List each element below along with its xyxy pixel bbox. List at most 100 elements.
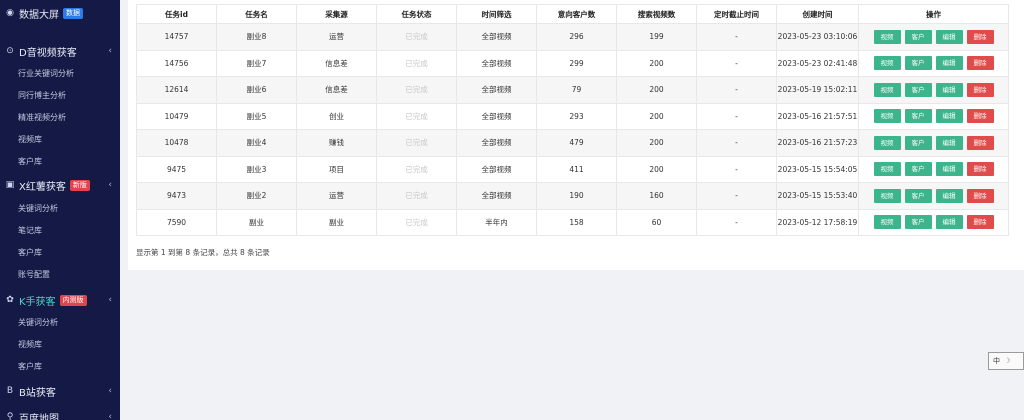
sidebar-item-15[interactable]: 客户库 — [0, 357, 120, 375]
table-cell: 全部视频 — [456, 49, 537, 77]
table-cell: 14756 — [136, 49, 217, 77]
sidebar-group-12[interactable]: ✿ K手获客 内测版 ‹ — [0, 289, 120, 311]
table-cell: - — [696, 129, 777, 157]
table-row: 9473 副业2 运营 已完成 全部视频 190 160-2023-05-15 15:53:… — [136, 182, 1009, 210]
sidebar-item-8[interactable]: 关键词分析 — [0, 199, 120, 217]
video-button[interactable]: 视频 — [873, 135, 901, 150]
table-cell: 7590 — [136, 208, 217, 236]
table-cell: 已完成 — [376, 155, 457, 183]
customer-button[interactable]: 客户 — [904, 188, 932, 203]
sidebar-group-17[interactable]: ⚲ 百度地图 ‹ — [0, 406, 120, 420]
sidebar-item-10[interactable]: 客户库 — [0, 243, 120, 261]
row-actions: 视频 客户 编辑 删除 — [858, 23, 1009, 51]
table-row: 9475 副业3 项目 已完成 全部视频 411 200-2023-05-15 15:54:… — [136, 155, 1009, 183]
table-cell: 创业 — [296, 102, 377, 130]
video-button[interactable]: 视频 — [873, 215, 901, 230]
table-cell: 副业 — [216, 208, 297, 236]
dashboard-icon: ◉ — [6, 8, 14, 18]
customer-button[interactable]: 客户 — [904, 82, 932, 97]
table-row: 14757 副业8 运营 已完成 全部视频 296 199-2023-05-23 03:10… — [136, 23, 1009, 51]
table-cell: 2023-05-12 17:58:19 — [776, 208, 859, 236]
column-header: 任务id — [136, 4, 217, 24]
delete-button[interactable]: 删除 — [966, 29, 994, 44]
row-actions: 视频 客户 编辑 删除 — [858, 129, 1009, 157]
sidebar-item-13[interactable]: 关键词分析 — [0, 313, 120, 331]
chevron-left-icon: ‹ — [108, 180, 112, 190]
column-header: 定时截止时间 — [696, 4, 777, 24]
video-button[interactable]: 视频 — [873, 188, 901, 203]
table-cell: 200 — [616, 155, 697, 183]
customer-button[interactable]: 客户 — [904, 215, 932, 230]
column-header: 任务状态 — [376, 4, 457, 24]
delete-button[interactable]: 删除 — [966, 162, 994, 177]
video-button[interactable]: 视频 — [873, 82, 901, 97]
moon-icon[interactable]: ☽ — [1004, 357, 1010, 365]
table-cell: 副业4 — [216, 129, 297, 157]
delete-button[interactable]: 删除 — [966, 82, 994, 97]
sidebar-item-label: K手获客 — [19, 296, 56, 308]
edit-button[interactable]: 编辑 — [935, 135, 963, 150]
sidebar-item-label: X红薯获客 — [19, 181, 66, 193]
delete-button[interactable]: 删除 — [966, 135, 994, 150]
sidebar-item-14[interactable]: 视频库 — [0, 335, 120, 353]
table-cell: 10478 — [136, 129, 217, 157]
table-row: 7590 副业 副业 已完成 半年内 158 60-2023-05-12 17:58:19 视… — [136, 208, 1009, 236]
edit-button[interactable]: 编辑 — [935, 188, 963, 203]
customer-button[interactable]: 客户 — [904, 56, 932, 71]
edit-button[interactable]: 编辑 — [935, 109, 963, 124]
video-button[interactable]: 视频 — [873, 29, 901, 44]
sidebar-group-0[interactable]: ◉ 数据大屏 数据 — [0, 2, 120, 24]
table-cell: 199 — [616, 23, 697, 51]
video-button[interactable]: 视频 — [873, 56, 901, 71]
column-header: 意向客户数 — [536, 4, 617, 24]
sidebar-item-label: 同行博主分析 — [18, 90, 66, 100]
table-cell: 190 — [536, 182, 617, 210]
sidebar-item-4[interactable]: 精准视频分析 — [0, 108, 120, 126]
sidebar-item-3[interactable]: 同行博主分析 — [0, 86, 120, 104]
delete-button[interactable]: 删除 — [966, 188, 994, 203]
table-cell: 158 — [536, 208, 617, 236]
sidebar-item-label: 关键词分析 — [18, 317, 58, 327]
edit-button[interactable]: 编辑 — [935, 82, 963, 97]
table-cell: 项目 — [296, 155, 377, 183]
table-cell: 赚钱 — [296, 129, 377, 157]
table-cell: 2023-05-15 15:54:05 — [776, 155, 859, 183]
sidebar-group-1[interactable]: ⊙ D音视频获客 ‹ — [0, 40, 120, 62]
sidebar-item-11[interactable]: 账号配置 — [0, 265, 120, 283]
sidebar-item-2[interactable]: 行业关键词分析 — [0, 64, 120, 82]
delete-button[interactable]: 删除 — [966, 215, 994, 230]
sidebar-item-6[interactable]: 客户库 — [0, 152, 120, 170]
video-button[interactable]: 视频 — [873, 109, 901, 124]
sidebar-badge: 数据 — [63, 7, 83, 19]
edit-button[interactable]: 编辑 — [935, 215, 963, 230]
sidebar-group-7[interactable]: ▣ X红薯获客 新版 ‹ — [0, 174, 120, 196]
table-cell: 副业2 — [216, 182, 297, 210]
video-button[interactable]: 视频 — [873, 162, 901, 177]
sidebar-group-16[interactable]: B B站获客 ‹ — [0, 380, 120, 402]
sidebar-item-5[interactable]: 视频库 — [0, 130, 120, 148]
table-cell: 已完成 — [376, 182, 457, 210]
delete-button[interactable]: 删除 — [966, 56, 994, 71]
table-cell: 全部视频 — [456, 182, 537, 210]
edit-button[interactable]: 编辑 — [935, 56, 963, 71]
table-cell: 296 — [536, 23, 617, 51]
delete-button[interactable]: 删除 — [966, 109, 994, 124]
customer-button[interactable]: 客户 — [904, 135, 932, 150]
edit-button[interactable]: 编辑 — [935, 162, 963, 177]
ime-toolbar[interactable]: 中 ☽ — [988, 352, 1024, 370]
row-actions: 视频 客户 编辑 删除 — [858, 155, 1009, 183]
sidebar-item-label: 账号配置 — [18, 269, 50, 279]
task-table: 任务id 任务名 采集源 任务状态 时间筛选 意向客户数 搜索视频数 定时截止时间 创建时间 操作… — [136, 4, 1009, 236]
table-cell: 副业7 — [216, 49, 297, 77]
ime-mode-label[interactable]: 中 — [993, 356, 1000, 366]
edit-button[interactable]: 编辑 — [935, 29, 963, 44]
customer-button[interactable]: 客户 — [904, 162, 932, 177]
table-cell: 副业5 — [216, 102, 297, 130]
sidebar-item-label: D音视频获客 — [19, 47, 77, 59]
table-cell: 2023-05-16 21:57:23 — [776, 129, 859, 157]
sidebar-item-9[interactable]: 笔记库 — [0, 221, 120, 239]
customer-button[interactable]: 客户 — [904, 109, 932, 124]
sidebar-item-label: 数据大屏 — [19, 9, 59, 21]
customer-button[interactable]: 客户 — [904, 29, 932, 44]
column-header: 时间筛选 — [456, 4, 537, 24]
